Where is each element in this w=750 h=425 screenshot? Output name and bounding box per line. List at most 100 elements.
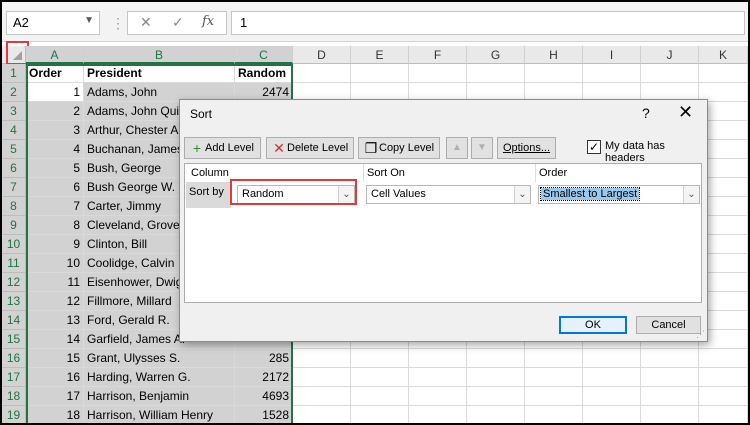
column-header-b[interactable]: B bbox=[84, 46, 235, 64]
row-header[interactable]: 19 bbox=[2, 406, 26, 423]
move-up-button[interactable]: ▲ bbox=[446, 137, 468, 159]
cell-order[interactable]: 15 bbox=[26, 349, 84, 368]
empty-cell[interactable] bbox=[641, 349, 699, 368]
move-down-button[interactable]: ▼ bbox=[471, 137, 493, 159]
cell-order[interactable]: 8 bbox=[26, 216, 84, 235]
cell-order[interactable]: 14 bbox=[26, 330, 84, 349]
copy-level-button[interactable]: ❐ Copy Level bbox=[358, 137, 440, 159]
cell-order[interactable]: 2 bbox=[26, 102, 84, 121]
headers-checkbox[interactable]: ✓ bbox=[587, 140, 601, 154]
options-button[interactable]: Options... bbox=[497, 137, 556, 159]
cell-order[interactable]: 18 bbox=[26, 406, 84, 423]
cell-order[interactable]: 9 bbox=[26, 235, 84, 254]
empty-cell[interactable] bbox=[699, 368, 748, 387]
cell-president[interactable]: Grant, Ulysses S. bbox=[84, 349, 235, 368]
header-cell-president[interactable]: President bbox=[84, 64, 235, 83]
row-header[interactable]: 5 bbox=[2, 140, 26, 159]
cell-order[interactable]: 3 bbox=[26, 121, 84, 140]
empty-cell[interactable] bbox=[583, 64, 641, 83]
header-cell-order[interactable]: Order bbox=[26, 64, 84, 83]
cell-order[interactable]: 4 bbox=[26, 140, 84, 159]
cell-order[interactable]: 7 bbox=[26, 197, 84, 216]
cell-president[interactable]: Harrison, William Henry bbox=[84, 406, 235, 423]
empty-cell[interactable] bbox=[583, 406, 641, 423]
cell-order[interactable]: 11 bbox=[26, 273, 84, 292]
empty-cell[interactable] bbox=[467, 406, 525, 423]
empty-cell[interactable] bbox=[467, 64, 525, 83]
empty-cell[interactable] bbox=[293, 406, 351, 423]
column-header-d[interactable]: D bbox=[293, 46, 351, 64]
cell-random[interactable]: 285 bbox=[235, 349, 293, 368]
empty-cell[interactable] bbox=[699, 349, 748, 368]
empty-cell[interactable] bbox=[641, 64, 699, 83]
cell-random[interactable]: 4693 bbox=[235, 387, 293, 406]
empty-cell[interactable] bbox=[351, 387, 409, 406]
cell-president[interactable]: Harrison, Benjamin bbox=[84, 387, 235, 406]
cell-random[interactable]: 1528 bbox=[235, 406, 293, 423]
name-box[interactable]: A2 ▼ bbox=[6, 11, 100, 35]
row-header[interactable]: 14 bbox=[2, 311, 26, 330]
empty-cell[interactable] bbox=[467, 387, 525, 406]
row-header[interactable]: 4 bbox=[2, 121, 26, 140]
empty-cell[interactable] bbox=[641, 368, 699, 387]
row-header[interactable]: 9 bbox=[2, 216, 26, 235]
row-header[interactable]: 12 bbox=[2, 273, 26, 292]
empty-cell[interactable] bbox=[351, 406, 409, 423]
empty-cell[interactable] bbox=[409, 349, 467, 368]
row-header[interactable]: 8 bbox=[2, 197, 26, 216]
row-header[interactable]: 15 bbox=[2, 330, 26, 349]
cell-order[interactable]: 1 bbox=[26, 83, 84, 102]
row-header[interactable]: 16 bbox=[2, 349, 26, 368]
empty-cell[interactable] bbox=[525, 64, 583, 83]
cell-order[interactable]: 12 bbox=[26, 292, 84, 311]
column-header-a[interactable]: A bbox=[26, 46, 84, 64]
empty-cell[interactable] bbox=[409, 368, 467, 387]
drag-handle-icon[interactable]: ⋮ bbox=[111, 14, 125, 32]
cell-order[interactable]: 17 bbox=[26, 387, 84, 406]
empty-cell[interactable] bbox=[641, 406, 699, 423]
empty-cell[interactable] bbox=[699, 387, 748, 406]
chevron-down-icon[interactable]: ⌄ bbox=[514, 186, 530, 203]
row-header[interactable]: 13 bbox=[2, 292, 26, 311]
empty-cell[interactable] bbox=[351, 349, 409, 368]
empty-cell[interactable] bbox=[583, 368, 641, 387]
row-header[interactable]: 3 bbox=[2, 102, 26, 121]
empty-cell[interactable] bbox=[409, 387, 467, 406]
row-header[interactable]: 1 bbox=[2, 64, 26, 83]
row-header[interactable]: 10 bbox=[2, 235, 26, 254]
empty-cell[interactable] bbox=[293, 349, 351, 368]
enter-icon[interactable]: ✓ bbox=[172, 14, 184, 31]
column-header-h[interactable]: H bbox=[525, 46, 583, 64]
row-header[interactable]: 2 bbox=[2, 83, 26, 102]
cell-order[interactable]: 13 bbox=[26, 311, 84, 330]
column-header-k[interactable]: K bbox=[699, 46, 748, 64]
cell-order[interactable]: 5 bbox=[26, 159, 84, 178]
empty-cell[interactable] bbox=[293, 368, 351, 387]
row-header[interactable]: 17 bbox=[2, 368, 26, 387]
empty-cell[interactable] bbox=[525, 368, 583, 387]
cell-random[interactable]: 2172 bbox=[235, 368, 293, 387]
cell-order[interactable]: 6 bbox=[26, 178, 84, 197]
row-header[interactable]: 11 bbox=[2, 254, 26, 273]
row-header[interactable]: 6 bbox=[2, 159, 26, 178]
cell-order[interactable]: 10 bbox=[26, 254, 84, 273]
cancel-button[interactable]: Cancel bbox=[636, 316, 701, 334]
column-header-c[interactable]: C bbox=[235, 46, 293, 64]
column-header-e[interactable]: E bbox=[351, 46, 409, 64]
empty-cell[interactable] bbox=[525, 406, 583, 423]
empty-cell[interactable] bbox=[351, 64, 409, 83]
empty-cell[interactable] bbox=[293, 64, 351, 83]
insert-function-icon[interactable]: fx bbox=[202, 14, 214, 29]
empty-cell[interactable] bbox=[467, 349, 525, 368]
chevron-down-icon[interactable]: ▼ bbox=[84, 15, 94, 26]
resize-grip-icon[interactable]: ⋰ bbox=[696, 329, 705, 340]
row-header[interactable]: 18 bbox=[2, 387, 26, 406]
empty-cell[interactable] bbox=[699, 406, 748, 423]
empty-cell[interactable] bbox=[699, 64, 748, 83]
empty-cell[interactable] bbox=[525, 387, 583, 406]
empty-cell[interactable] bbox=[409, 64, 467, 83]
empty-cell[interactable] bbox=[409, 406, 467, 423]
sort-on-select[interactable]: Cell Values ⌄ bbox=[366, 185, 531, 204]
header-cell-random[interactable]: Random bbox=[235, 64, 293, 83]
delete-level-button[interactable]: ✕ Delete Level bbox=[266, 137, 354, 159]
